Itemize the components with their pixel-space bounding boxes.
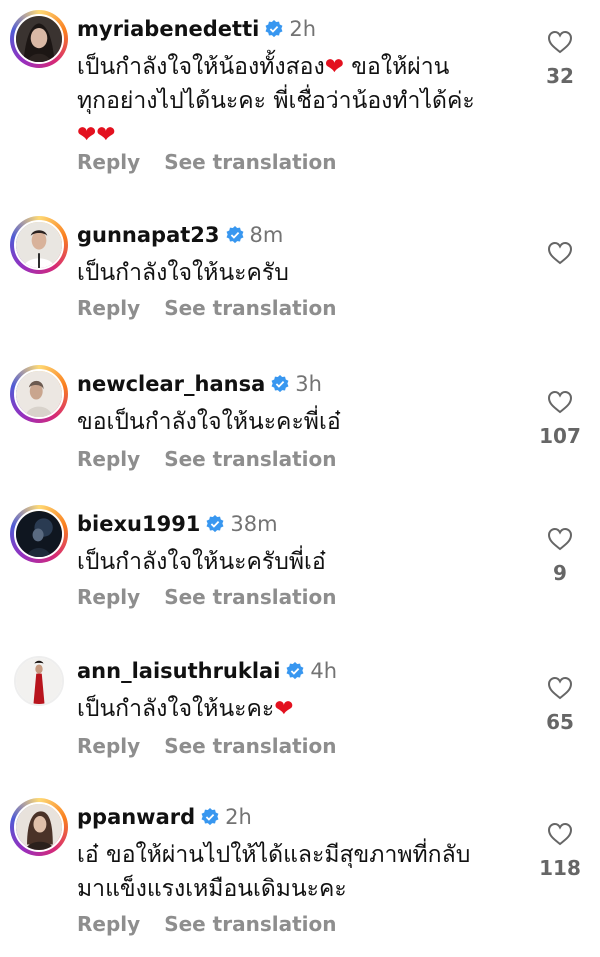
comments-list: myriabenedetti 2h เป็นกำลังใจให้น้องทั้ง… [0,0,600,957]
like-count: 65 [546,710,574,734]
red-heart-emoji: ❤ [274,696,294,722]
verified-badge-icon [226,226,244,244]
reply-button[interactable]: Reply [77,296,140,320]
comment-item: ppanward 2h เอ๋ ขอให้ผ่านไปให้ได้และมีสุ… [0,798,600,953]
comment-text: ขอเป็นกำลังใจให้นะคะพี่เอ๋ [77,405,517,439]
reply-button[interactable]: Reply [77,150,140,174]
avatar-story-ring[interactable] [10,365,68,423]
heart-outline-icon[interactable] [547,822,573,846]
comment-time: 2h [289,17,316,41]
verified-badge-icon [265,20,283,38]
reply-button[interactable]: Reply [77,447,140,471]
comment-time: 4h [310,659,338,683]
avatar[interactable] [14,220,64,270]
comment-time: 8m [249,223,284,247]
avatar[interactable] [14,656,64,706]
avatar[interactable] [14,509,64,559]
comment-username[interactable]: newclear_hansa [77,372,265,396]
comment-item: ann_laisuthruklai 4h เป็นกำลังใจให้นะคะ❤… [0,652,600,772]
heart-outline-icon[interactable] [547,676,573,700]
comment-text-line: ขอให้ผ่าน [351,54,450,80]
comment-item: gunnapat23 8m เป็นกำลังใจให้นะครับ Reply… [0,216,600,336]
reply-button[interactable]: Reply [77,585,140,609]
like-count: 107 [539,424,581,448]
comment-text-line: เป็นกำลังใจให้นะคะ [77,696,275,722]
verified-badge-icon [271,375,289,393]
heart-outline-icon[interactable] [547,390,573,414]
heart-outline-icon[interactable] [547,241,573,265]
avatar-story-ring[interactable] [10,505,68,563]
verified-badge-icon [206,515,224,533]
avatar[interactable] [14,802,64,852]
comment-text-line: เป็นกำลังใจให้นะครับ [77,260,289,286]
comment-username[interactable]: biexu1991 [77,512,200,536]
avatar-story-ring[interactable] [10,798,68,856]
reply-button[interactable]: Reply [77,912,140,936]
comment-text-line: ทุกอย่างไปได้นะคะ พี่เชื่อว่าน้องทำได้ค่… [77,88,475,114]
see-translation-button[interactable]: See translation [164,912,336,936]
heart-outline-icon[interactable] [547,30,573,54]
avatar[interactable] [14,369,64,419]
comment-text-line: เป็นกำลังใจให้น้องทั้งสอง [77,54,325,80]
verified-badge-icon [201,808,219,826]
see-translation-button[interactable]: See translation [164,585,336,609]
red-heart-emoji: ❤ [96,122,116,148]
comment-text: เอ๋ ขอให้ผ่านไปให้ได้และมีสุขภาพที่กลับ … [77,838,517,906]
comment-text-line: เอ๋ ขอให้ผ่านไปให้ได้และมีสุขภาพที่กลับ [77,842,471,868]
comment-item: biexu1991 38m เป็นกำลังใจให้นะครับพี่เอ๋… [0,505,600,625]
avatar[interactable] [14,14,64,64]
red-heart-emoji: ❤ [77,122,97,148]
like-count: 32 [546,64,574,88]
see-translation-button[interactable]: See translation [164,447,336,471]
comment-username[interactable]: gunnapat23 [77,223,220,247]
like-count: 9 [553,561,567,585]
avatar-story-ring[interactable] [10,216,68,274]
heart-outline-icon[interactable] [547,527,573,551]
avatar-ring[interactable] [10,652,68,710]
red-heart-emoji: ❤ [324,54,344,80]
comment-time: 3h [295,372,322,396]
avatar-story-ring[interactable] [10,10,68,68]
comment-username[interactable]: ppanward [77,805,195,829]
comment-text: เป็นกำลังใจให้น้องทั้งสอง❤ ขอให้ผ่าน ทุก… [77,50,517,152]
see-translation-button[interactable]: See translation [164,734,336,758]
like-count: 118 [539,856,581,880]
see-translation-button[interactable]: See translation [164,150,336,174]
verified-badge-icon [286,662,304,680]
comment-text: เป็นกำลังใจให้นะครับ [77,256,517,290]
see-translation-button[interactable]: See translation [164,296,336,320]
comment-text: เป็นกำลังใจให้นะคะ❤ [77,692,517,726]
comment-text-line: เป็นกำลังใจให้นะครับพี่เอ๋ [77,549,326,575]
reply-button[interactable]: Reply [77,734,140,758]
comment-username[interactable]: ann_laisuthruklai [77,659,280,683]
comment-time: 38m [230,512,278,536]
comment-item: newclear_hansa 3h ขอเป็นกำลังใจให้นะคะพี… [0,365,600,485]
comment-text-line: ขอเป็นกำลังใจให้นะคะพี่เอ๋ [77,409,341,435]
comment-text-line: มาแข็งแรงเหมือนเดิมนะคะ [77,876,347,902]
comment-username[interactable]: myriabenedetti [77,17,259,41]
comment-time: 2h [225,805,252,829]
comment-item: myriabenedetti 2h เป็นกำลังใจให้น้องทั้ง… [0,10,600,190]
comment-text: เป็นกำลังใจให้นะครับพี่เอ๋ [77,545,517,579]
